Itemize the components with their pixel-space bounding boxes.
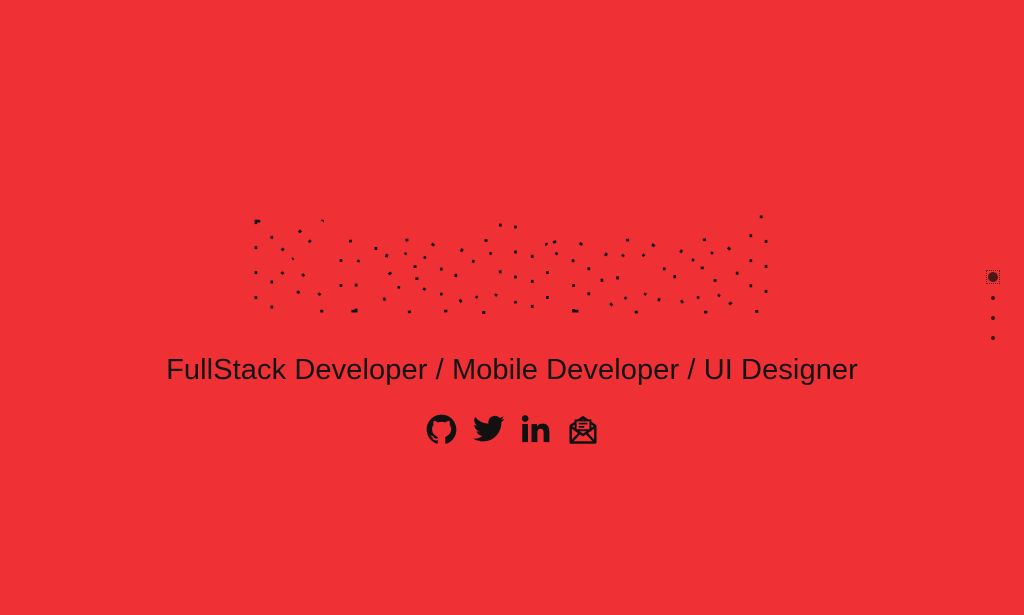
social-links (0, 412, 1024, 446)
github-link[interactable] (426, 412, 458, 446)
twitter-icon (472, 415, 504, 442)
site-title-dash: Kradnoel (248, 198, 776, 335)
section-dot-1[interactable] (986, 270, 1000, 284)
section-nav (985, 270, 1001, 350)
hero-section: Kradnoel Kradnoel Kradnoel FullStack Dev… (0, 0, 1024, 615)
twitter-link[interactable] (472, 412, 505, 446)
site-title: Kradnoel Kradnoel Kradnoel (244, 195, 776, 335)
section-dot-4[interactable] (991, 336, 995, 340)
linkedin-link[interactable] (520, 412, 552, 446)
email-link[interactable] (567, 412, 599, 446)
section-dot-3[interactable] (991, 316, 995, 320)
mail-icon (568, 416, 597, 444)
github-icon (426, 414, 457, 444)
tagline: FullStack Developer / Mobile Developer /… (166, 354, 858, 386)
section-dot-2[interactable] (991, 296, 995, 300)
linkedin-icon (521, 415, 549, 443)
